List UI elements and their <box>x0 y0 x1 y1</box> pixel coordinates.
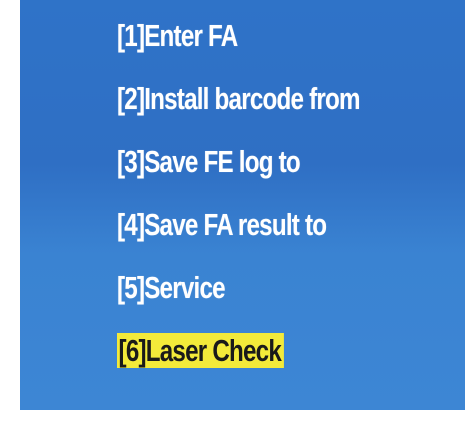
menu-item-label: [1]Enter FA <box>117 18 238 53</box>
menu-item-label: [5]Service <box>117 270 226 305</box>
menu-item-save-fa-result[interactable]: [4]Save FA result to <box>117 201 360 249</box>
menu-item-label: [4]Save FA result to <box>117 207 327 242</box>
tv-service-menu-screen: [1]Enter FA [2]Install barcode from [3]S… <box>20 0 465 410</box>
menu-item-label: [3]Save FE log to <box>117 144 301 179</box>
menu-item-label: [2]Install barcode from <box>117 81 361 116</box>
menu-item-install-barcode[interactable]: [2]Install barcode from <box>117 75 361 123</box>
service-menu: [1]Enter FA [2]Install barcode from [3]S… <box>117 12 428 390</box>
menu-item-laser-check[interactable]: [6]Laser Check <box>117 327 360 375</box>
menu-item-service[interactable]: [5]Service <box>117 264 360 312</box>
menu-item-label-selected: [6]Laser Check <box>117 333 285 368</box>
menu-item-save-fe-log[interactable]: [3]Save FE log to <box>117 138 360 186</box>
menu-item-enter-fa[interactable]: [1]Enter FA <box>117 12 360 60</box>
